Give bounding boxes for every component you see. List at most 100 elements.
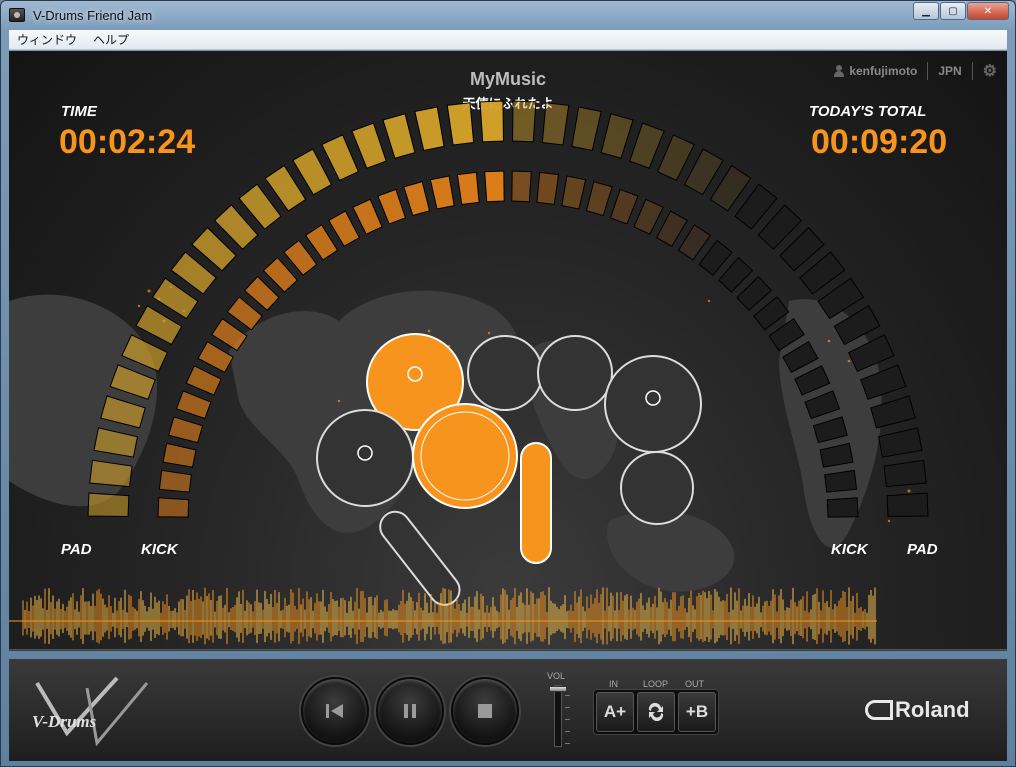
ride-cymbal[interactable] [604, 355, 702, 453]
kick-meter-segment [484, 170, 505, 203]
kick-meter-segment [403, 181, 431, 217]
pad-meter-segment [883, 459, 927, 488]
volume-tick [565, 719, 570, 720]
kick-meter-segment [157, 497, 190, 518]
volume-tick [565, 743, 570, 744]
pad-meter-segment [571, 106, 602, 152]
pad-meter-segment [629, 122, 665, 169]
kick-meter-segment [677, 224, 712, 261]
loop-a-button[interactable]: A+ [596, 692, 634, 732]
waveform[interactable] [9, 579, 1007, 649]
pad-meter-segment [847, 334, 895, 373]
kick-meter-segment [794, 365, 831, 396]
kick-meter-segment [824, 469, 858, 493]
app-window: V-Drums Friend Jam ▁ ▢ ✕ ウィンドウ ヘルプ kenfu… [0, 0, 1016, 767]
kick-meter-segment [561, 175, 587, 210]
pad-meter-segment [321, 134, 360, 182]
minimize-button[interactable]: ▁ [913, 2, 939, 20]
window-title: V-Drums Friend Jam [33, 7, 153, 23]
kick-meter-segment [304, 224, 339, 261]
kick-meter-segment [429, 175, 455, 210]
kick-meter-segment [585, 181, 613, 217]
pad-meter-segment [121, 334, 169, 373]
roland-mark [865, 700, 893, 720]
window-controls: ▁ ▢ ✕ [912, 2, 1009, 20]
progress-track[interactable] [9, 649, 1007, 651]
pad-meter-segment [541, 102, 570, 146]
skip-back-icon [326, 704, 343, 718]
maximize-button[interactable]: ▢ [940, 2, 966, 20]
pad-meter-segment [860, 364, 907, 400]
kick-meter-segment [609, 188, 639, 225]
pad-meter-segment [446, 102, 475, 146]
volume-tick [565, 731, 570, 732]
kick-pedal[interactable] [520, 442, 552, 564]
kick-meter-segment [162, 442, 197, 468]
kick-meter-segment [185, 365, 222, 396]
menu-bar: ウィンドウ ヘルプ [9, 30, 1007, 50]
loop-b-button[interactable]: +B [678, 692, 716, 732]
left-pad-label: PAD [61, 541, 92, 558]
menu-help[interactable]: ヘルプ [85, 31, 137, 48]
pad-meter-segment [89, 459, 133, 488]
pad-meter-segment [382, 113, 416, 159]
kick-meter-segment [211, 317, 248, 352]
pad-meter-segment [414, 106, 445, 152]
volume-tick [565, 695, 570, 696]
menu-window[interactable]: ウィンドウ [9, 31, 85, 48]
volume-label: VOL [547, 671, 566, 681]
kick-meter-segment [377, 188, 407, 225]
loop-out-label: OUT [685, 679, 704, 689]
kick-meter-segment [511, 170, 532, 203]
hi-hat[interactable] [316, 409, 414, 507]
kick-meter-segment [782, 341, 819, 373]
close-button[interactable]: ✕ [967, 2, 1009, 20]
stop-button[interactable] [451, 677, 519, 745]
kick-meter-segment [175, 390, 212, 420]
tom-2[interactable] [537, 335, 613, 411]
title-bar[interactable]: V-Drums Friend Jam ▁ ▢ ✕ [1, 1, 1015, 29]
pad-meter-segment [877, 427, 923, 458]
kick-meter-segment [812, 416, 848, 444]
kick-meter-segment [804, 390, 841, 420]
pad-meter-segment [656, 134, 695, 182]
floor-tom[interactable] [620, 451, 694, 525]
kick-meter-segment [633, 198, 664, 235]
drum-kit [316, 333, 702, 606]
vdrums-logo: V-Drums [32, 676, 149, 747]
kick-meter-segment [819, 442, 854, 468]
pad-meter-segment [512, 100, 537, 143]
pad-meter-segment [100, 395, 146, 429]
previous-button[interactable] [301, 677, 369, 745]
volume-slider[interactable] [554, 685, 562, 747]
pause-button[interactable] [376, 677, 444, 745]
roland-logo: Roland [865, 697, 970, 723]
app-icon [9, 8, 25, 22]
vdrums-logo-text: V-Drums [32, 712, 97, 731]
pad-meter-segment [351, 122, 387, 169]
kick-meter-segment [826, 497, 859, 518]
stop-icon [478, 704, 492, 718]
pad-meter-segment [886, 492, 929, 517]
kick-meter-segment [168, 416, 204, 444]
volume-tick [565, 707, 570, 708]
pad-meter-segment [109, 364, 156, 400]
kick-meter-segment [536, 171, 560, 205]
snare[interactable] [412, 403, 518, 509]
kick-meter-segment [328, 210, 360, 247]
kick-meter-segment [352, 198, 383, 235]
kick-meter-segment [656, 210, 688, 247]
transport-bar: V-Drums VOL IN LOOP OUT A+ +B Roland [9, 659, 1007, 761]
tom-1[interactable] [467, 335, 543, 411]
loop-toggle-button[interactable] [637, 692, 675, 732]
loop-icon [648, 703, 664, 721]
loop-in-label: IN [609, 679, 618, 689]
jam-panel: kenfujimoto JPN ⚙ MyMusic 天使にふれたよ TIME 0… [9, 51, 1007, 651]
kick-meter-segment [456, 171, 480, 205]
right-pad-label: PAD [907, 541, 938, 558]
pause-icon [404, 704, 416, 718]
pad-meter-segment [600, 113, 634, 159]
volume-knob[interactable] [549, 686, 567, 692]
loop-label: LOOP [643, 679, 669, 689]
pad-meter-segment [93, 427, 139, 458]
